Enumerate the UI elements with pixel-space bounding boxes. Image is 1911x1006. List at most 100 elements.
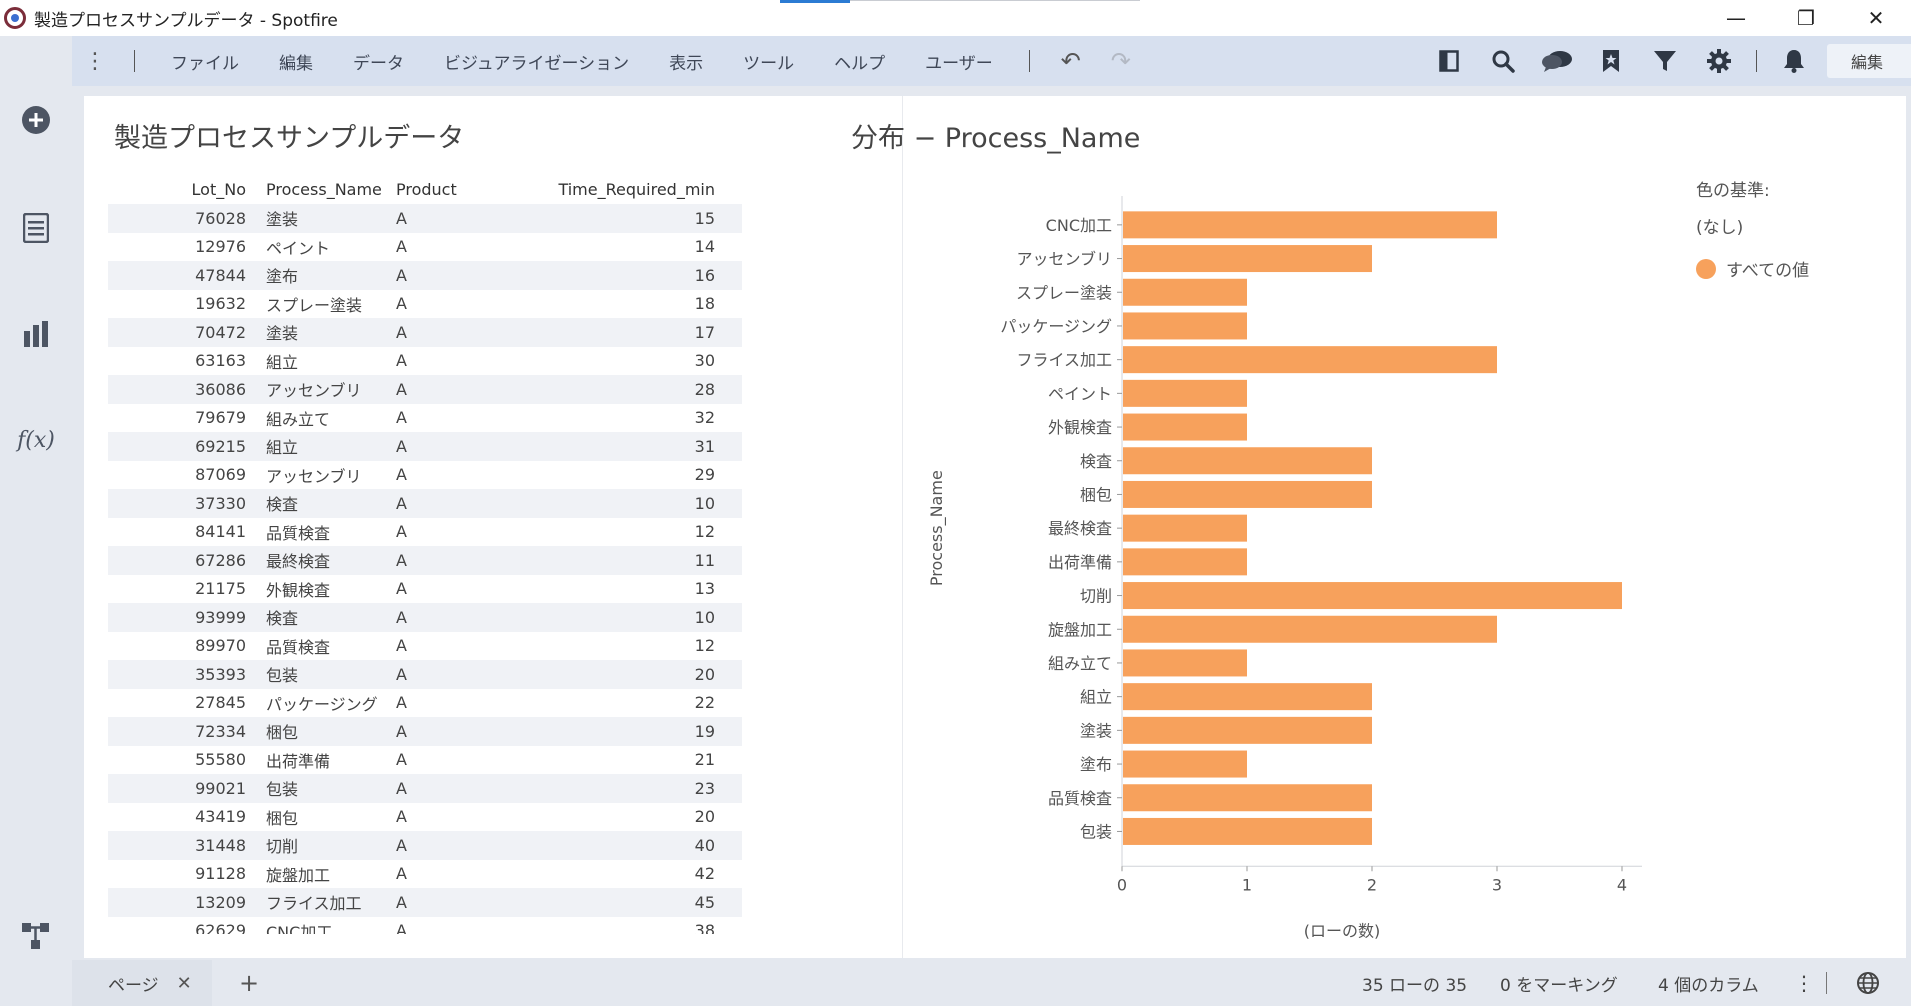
- table-row[interactable]: 69215 組立 A 31: [108, 432, 742, 461]
- table-row[interactable]: 36086 アッセンブリ A 28: [108, 375, 742, 404]
- data-table[interactable]: Lot_No Process_Name Product Time_Require…: [108, 174, 742, 934]
- table-row[interactable]: 21175 外観検査 A 13: [108, 575, 742, 604]
- table-row[interactable]: 43419 梱包 A 20: [108, 803, 742, 832]
- menu-file[interactable]: ファイル: [151, 49, 259, 74]
- chart-bar[interactable]: [1123, 278, 1247, 306]
- panel-toggle-icon[interactable]: [1422, 36, 1476, 86]
- chart-bar[interactable]: [1123, 312, 1247, 340]
- chart-bar[interactable]: [1123, 615, 1497, 643]
- close-button[interactable]: ✕: [1841, 0, 1911, 36]
- table-row[interactable]: 55580 出荷準備 A 21: [108, 746, 742, 775]
- column-header-lot-no[interactable]: Lot_No: [108, 180, 246, 199]
- column-header-product[interactable]: Product: [396, 180, 546, 199]
- table-row[interactable]: 99021 包装 A 23: [108, 774, 742, 803]
- cell-time-required: 10: [694, 493, 715, 513]
- menu-data[interactable]: データ: [333, 49, 424, 74]
- cell-product: A: [396, 864, 407, 884]
- table-row[interactable]: 79679 組み立て A 32: [108, 404, 742, 433]
- filter-icon[interactable]: [1638, 36, 1692, 86]
- toolbar-icons: [1422, 36, 1821, 86]
- column-header-process-name[interactable]: Process_Name: [246, 180, 396, 199]
- table-row[interactable]: 63163 組立 A 30: [108, 347, 742, 376]
- chart-bar[interactable]: [1123, 447, 1372, 475]
- close-page-icon[interactable]: ✕: [177, 973, 192, 994]
- table-row[interactable]: 72334 梱包 A 19: [108, 717, 742, 746]
- chart-bar[interactable]: [1123, 211, 1497, 239]
- mode-select[interactable]: 編集 ⌄: [1827, 44, 1911, 78]
- menu-tools[interactable]: ツール: [723, 49, 814, 74]
- table-row[interactable]: 19632 スプレー塗装 A 18: [108, 290, 742, 319]
- table-row[interactable]: 87069 アッセンブリ A 29: [108, 461, 742, 490]
- add-data-icon[interactable]: [18, 102, 54, 138]
- cell-time-required: 45: [694, 892, 715, 912]
- search-icon[interactable]: [1476, 36, 1530, 86]
- data-canvas-icon[interactable]: [18, 918, 54, 954]
- menu-edit[interactable]: 編集: [259, 49, 333, 74]
- legend-color-dot: [1696, 258, 1716, 279]
- legend-title: 色の基準:: [1696, 181, 1770, 201]
- menu-view[interactable]: 表示: [649, 49, 723, 74]
- chart-bar[interactable]: [1123, 683, 1372, 711]
- table-row[interactable]: 12976 ペイント A 14: [108, 233, 742, 262]
- undo-icon[interactable]: ↶: [1046, 47, 1096, 75]
- chart-bar[interactable]: [1123, 784, 1372, 812]
- table-row[interactable]: 91128 旋盤加工 A 42: [108, 860, 742, 889]
- chart-bar[interactable]: [1123, 750, 1247, 778]
- menu-user[interactable]: ユーザー: [905, 49, 1013, 74]
- table-row[interactable]: 62629 CNC加工 A 38: [108, 917, 742, 934]
- cell-product: A: [396, 237, 407, 257]
- chart-bar[interactable]: [1123, 514, 1247, 542]
- chart-bar[interactable]: [1123, 480, 1372, 508]
- redo-icon[interactable]: ↷: [1096, 47, 1146, 75]
- add-page-icon[interactable]: +: [232, 966, 266, 1000]
- collaboration-icon[interactable]: [1530, 36, 1584, 86]
- cell-time-required: 42: [694, 864, 715, 884]
- more-vert-icon[interactable]: ⋮: [72, 49, 118, 74]
- table-row[interactable]: 84141 品質検査 A 12: [108, 518, 742, 547]
- chart-bar[interactable]: [1123, 346, 1497, 374]
- chart-bar[interactable]: [1123, 245, 1372, 273]
- restore-button[interactable]: ❐: [1771, 0, 1841, 36]
- globe-icon[interactable]: [1856, 960, 1880, 1006]
- chart-bar[interactable]: [1123, 582, 1622, 610]
- table-row[interactable]: 35393 包装 A 20: [108, 660, 742, 689]
- table-row[interactable]: 27845 パッケージング A 22: [108, 689, 742, 718]
- table-row[interactable]: 31448 切削 A 40: [108, 831, 742, 860]
- chart-bar[interactable]: [1123, 716, 1372, 744]
- chart-bar[interactable]: [1123, 548, 1247, 576]
- chart-legend: 色の基準: (なし) すべての値: [1696, 176, 1809, 281]
- bell-icon[interactable]: [1767, 36, 1821, 86]
- column-header-time-required[interactable]: Time_Required_min: [546, 180, 727, 199]
- mode-select-value: 編集: [1851, 53, 1884, 72]
- x-tick-label: 2: [1367, 875, 1377, 894]
- bar-chart[interactable]: CNC加工アッセンブリスプレー塗装パッケージングフライス加工ペイント外観検査検査…: [902, 156, 1762, 956]
- chart-bar[interactable]: [1123, 379, 1247, 407]
- chart-bar[interactable]: [1123, 413, 1247, 441]
- minimize-button[interactable]: —: [1701, 0, 1771, 36]
- cell-product: A: [396, 607, 407, 627]
- table-row[interactable]: 37330 検査 A 10: [108, 489, 742, 518]
- left-rail: f(x): [0, 36, 72, 1006]
- table-row[interactable]: 47844 塗布 A 16: [108, 261, 742, 290]
- table-row[interactable]: 93999 検査 A 10: [108, 603, 742, 632]
- bookmark-icon[interactable]: [1584, 36, 1638, 86]
- table-row[interactable]: 70472 塗装 A 17: [108, 318, 742, 347]
- menu-visualization[interactable]: ビジュアライゼーション: [424, 49, 649, 74]
- table-row[interactable]: 76028 塗装 A 15: [108, 204, 742, 233]
- chart-bar[interactable]: [1123, 817, 1372, 845]
- legend-item[interactable]: すべての値: [1696, 256, 1809, 281]
- menu-help[interactable]: ヘルプ: [814, 49, 905, 74]
- category-label: フライス加工: [1016, 351, 1112, 370]
- visualization-types-icon[interactable]: [18, 316, 54, 352]
- table-row[interactable]: 67286 最終検査 A 11: [108, 546, 742, 575]
- function-icon[interactable]: f(x): [17, 422, 55, 458]
- cell-process-name: 塗装: [266, 210, 299, 230]
- data-panel-icon[interactable]: [18, 210, 54, 246]
- table-row[interactable]: 13209 フライス加工 A 45: [108, 888, 742, 917]
- chart-bar[interactable]: [1123, 649, 1247, 677]
- status-more-icon[interactable]: ⋮: [1794, 960, 1814, 1006]
- status-separator: [1826, 972, 1827, 994]
- gear-icon[interactable]: [1692, 36, 1746, 86]
- table-row[interactable]: 89970 品質検査 A 12: [108, 632, 742, 661]
- page-tab[interactable]: ページ ✕: [72, 960, 212, 1006]
